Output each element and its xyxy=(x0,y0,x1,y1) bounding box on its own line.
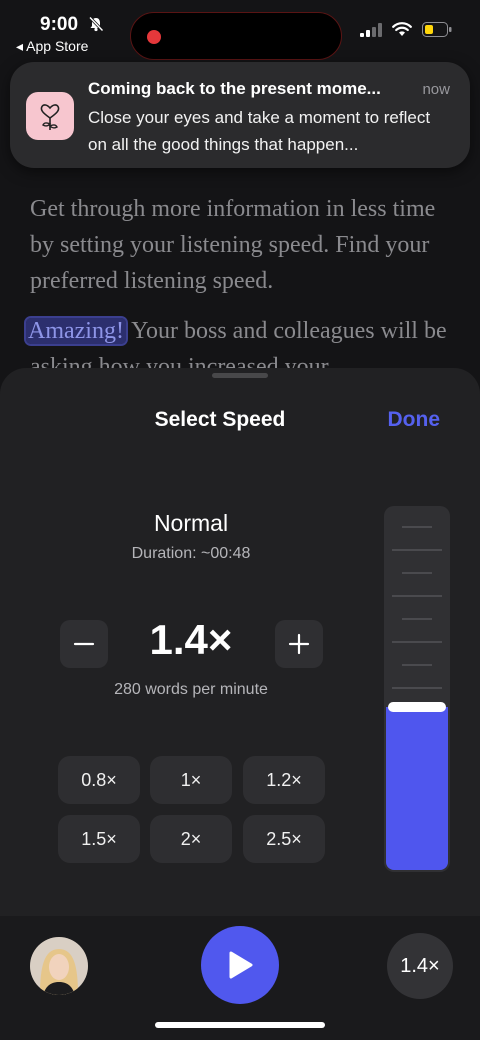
flower-heart-icon xyxy=(40,104,60,130)
sheet-title: Select Speed xyxy=(154,408,286,431)
dynamic-island xyxy=(130,12,342,60)
status-bar: 9:00 ◂ App Store xyxy=(0,0,480,60)
back-to-app-store-link[interactable]: ◂ App Store xyxy=(16,38,88,55)
system-icons xyxy=(360,22,452,37)
duration-label: Duration: ~00:48 xyxy=(131,545,251,562)
preset-chip[interactable]: 2× xyxy=(150,815,232,863)
playback-speed-button[interactable]: 1.4× xyxy=(387,933,453,999)
app-icon xyxy=(26,92,74,140)
preset-chip[interactable]: 1× xyxy=(150,756,232,804)
notification-banner[interactable]: Coming back to the present mome... now C… xyxy=(10,62,470,168)
plus-icon xyxy=(288,633,310,655)
speed-sheet: Select Speed Done Normal Duration: ~00:4… xyxy=(0,368,480,916)
article-paragraph: Get through more information in less tim… xyxy=(30,196,436,294)
player-bar: 1.4× xyxy=(0,916,480,1040)
minus-icon xyxy=(73,642,95,646)
slider-tick xyxy=(402,618,432,620)
slider-tick xyxy=(392,595,442,597)
preset-chip[interactable]: 2.5× xyxy=(243,815,325,863)
slider-tick xyxy=(392,687,442,689)
slider-fill xyxy=(386,707,448,870)
slider-handle[interactable] xyxy=(388,702,446,712)
slider-tick xyxy=(402,572,432,574)
speed-preset-name: Normal xyxy=(153,510,229,536)
preset-chip[interactable]: 0.8× xyxy=(58,756,140,804)
words-per-minute-label: 280 words per minute xyxy=(114,681,268,698)
clock: 9:00 xyxy=(40,14,79,35)
slider-tick xyxy=(402,664,432,666)
speed-slider[interactable] xyxy=(384,506,450,872)
notification-time: now xyxy=(422,81,450,98)
slider-tick xyxy=(402,526,432,528)
current-speed-value: 1.4× xyxy=(149,616,233,663)
preset-chip[interactable]: 1.2× xyxy=(243,756,325,804)
notification-body: Close your eyes and take a moment to ref… xyxy=(88,108,431,154)
decrease-speed-button[interactable] xyxy=(60,620,108,668)
notification-title: Coming back to the present mome... xyxy=(88,79,381,98)
cellular-signal-icon xyxy=(360,22,382,37)
wifi-icon xyxy=(392,22,412,36)
done-button[interactable]: Done xyxy=(388,408,441,432)
play-button[interactable] xyxy=(201,926,279,1004)
play-icon xyxy=(229,951,253,979)
increase-speed-button[interactable] xyxy=(275,620,323,668)
preset-chip[interactable]: 1.5× xyxy=(58,815,140,863)
bell-off-icon xyxy=(88,16,104,32)
battery-icon xyxy=(422,22,452,37)
highlighted-word[interactable]: Amazing! xyxy=(24,316,128,346)
narrator-portrait-icon xyxy=(30,937,88,995)
home-indicator[interactable] xyxy=(155,1022,325,1028)
recording-indicator-icon xyxy=(147,30,161,44)
slider-tick xyxy=(392,549,442,551)
sheet-grabber[interactable] xyxy=(212,373,268,378)
slider-tick xyxy=(392,641,442,643)
narrator-avatar[interactable] xyxy=(30,937,88,995)
